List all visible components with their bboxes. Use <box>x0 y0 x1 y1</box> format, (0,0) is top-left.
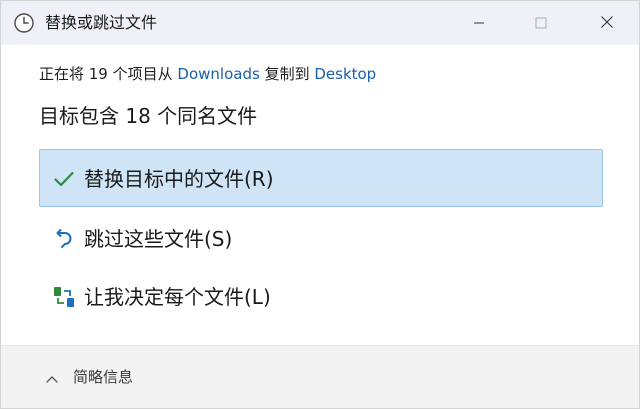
clock-icon <box>13 12 35 34</box>
skip-arrow-icon <box>52 227 76 251</box>
replace-skip-dialog: 替换或跳过文件 正在将 19 个项目从 Downloads 复制到 Deskto… <box>0 0 640 409</box>
chevron-up-icon[interactable] <box>45 370 59 383</box>
minimize-button[interactable] <box>457 1 501 45</box>
skip-files-option[interactable]: 跳过这些文件(S) <box>39 209 603 267</box>
summary-prefix: 正在将 19 个项目从 <box>39 65 178 83</box>
replace-files-label: 替换目标中的文件(R) <box>84 167 274 191</box>
window-title: 替换或跳过文件 <box>45 13 158 32</box>
compare-files-icon <box>52 285 76 309</box>
maximize-button[interactable] <box>519 1 563 45</box>
footer-bar: 简略信息 <box>1 345 639 408</box>
destination-folder-link[interactable]: Desktop <box>314 65 376 83</box>
source-folder-link[interactable]: Downloads <box>177 65 259 83</box>
copy-summary: 正在将 19 个项目从 Downloads 复制到 Desktop <box>39 63 376 85</box>
decide-each-file-option[interactable]: 让我决定每个文件(L) <box>39 267 603 325</box>
decide-each-file-label: 让我决定每个文件(L) <box>84 285 271 309</box>
skip-files-label: 跳过这些文件(S) <box>84 227 233 251</box>
close-button[interactable] <box>585 1 629 45</box>
summary-middle: 复制到 <box>259 65 315 83</box>
replace-files-option[interactable]: 替换目标中的文件(R) <box>39 149 603 207</box>
title-bar[interactable]: 替换或跳过文件 <box>1 1 639 45</box>
fewer-details-toggle[interactable]: 简略信息 <box>73 366 133 388</box>
checkmark-icon <box>52 167 76 191</box>
conflict-heading: 目标包含 18 个同名文件 <box>39 104 258 128</box>
close-icon <box>600 14 614 33</box>
maximize-icon <box>535 14 547 33</box>
minimize-icon <box>473 14 485 33</box>
